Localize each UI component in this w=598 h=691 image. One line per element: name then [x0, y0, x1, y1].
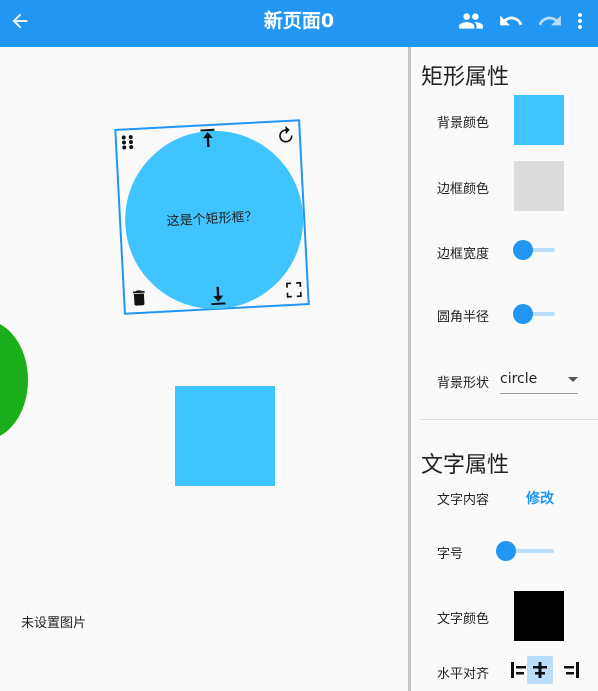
- rotate-icon[interactable]: [275, 125, 296, 146]
- delete-icon[interactable]: [129, 286, 150, 309]
- move-up-icon[interactable]: [199, 128, 216, 149]
- people-icon[interactable]: [456, 6, 486, 36]
- bg-color-swatch[interactable]: [514, 95, 564, 145]
- editor-canvas[interactable]: 这是个矩形框？ 未设置图片: [0, 47, 408, 691]
- border-color-label: 边框颜色: [437, 182, 490, 197]
- properties-panel: 矩形属性 背景颜色 边框颜色 边框宽度 圆角半径 背景形状 circle 文字属…: [411, 47, 598, 691]
- app-bar: 新页面0: [0, 0, 598, 47]
- text-color-label: 文字颜色: [437, 612, 490, 627]
- text-content-label: 文字内容: [437, 493, 490, 508]
- font-size-slider[interactable]: [496, 541, 554, 561]
- square-shape[interactable]: [175, 386, 275, 486]
- align-right-icon[interactable]: [559, 658, 583, 682]
- rect-section-title: 矩形属性: [421, 65, 510, 90]
- shape-select-value: circle: [500, 371, 538, 387]
- dropdown-arrow-icon: [568, 377, 578, 382]
- selected-element[interactable]: 这是个矩形框？: [114, 119, 310, 315]
- border-color-swatch[interactable]: [514, 161, 564, 211]
- slider-thumb[interactable]: [513, 304, 533, 324]
- redo-icon[interactable]: [535, 6, 565, 36]
- drag-handle-icon[interactable]: [120, 134, 137, 151]
- border-width-label: 边框宽度: [437, 247, 490, 262]
- modify-text-button[interactable]: 修改: [526, 488, 554, 508]
- bg-color-label: 背景颜色: [437, 116, 490, 131]
- resize-icon[interactable]: [283, 279, 304, 300]
- undo-icon[interactable]: [496, 6, 526, 36]
- slider-thumb[interactable]: [496, 541, 516, 561]
- shape-select[interactable]: circle: [500, 367, 578, 394]
- text-color-swatch[interactable]: [514, 591, 564, 641]
- more-vert-icon[interactable]: [568, 6, 592, 36]
- text-section-title: 文字属性: [421, 453, 510, 478]
- font-size-label: 字号: [437, 547, 464, 562]
- green-shape[interactable]: [0, 320, 28, 440]
- move-down-icon[interactable]: [210, 285, 227, 306]
- radius-label: 圆角半径: [437, 310, 490, 325]
- halign-label: 水平对齐: [437, 667, 490, 682]
- align-center-icon[interactable]: [527, 656, 553, 684]
- no-image-text: 未设置图片: [21, 616, 87, 631]
- border-width-slider[interactable]: [513, 240, 555, 260]
- shape-label: 背景形状: [437, 376, 490, 391]
- radius-slider[interactable]: [513, 304, 555, 324]
- slider-thumb[interactable]: [513, 240, 533, 260]
- section-divider: [421, 419, 598, 420]
